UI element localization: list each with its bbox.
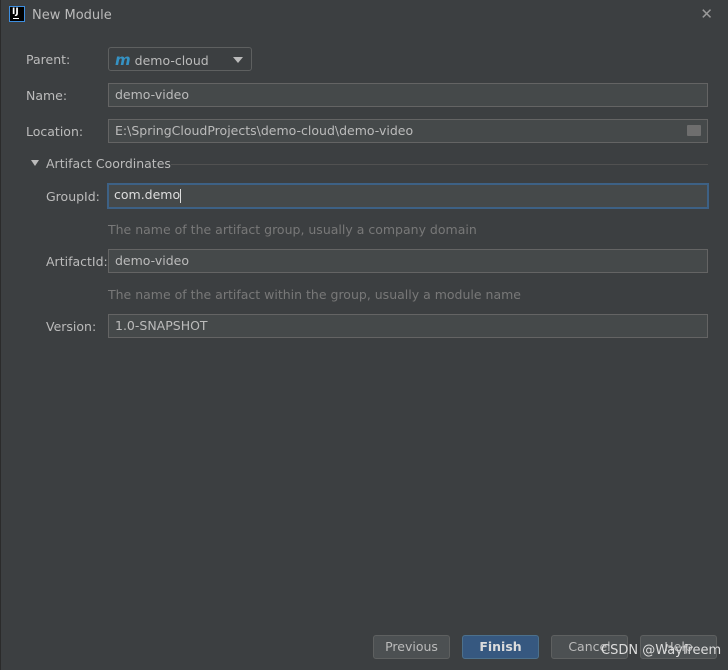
section-title: Artifact Coordinates	[46, 156, 171, 171]
window-title: New Module	[32, 8, 112, 23]
parent-label: Parent:	[26, 52, 71, 67]
parent-value: demo-cloud	[134, 53, 209, 68]
folder-icon[interactable]	[687, 125, 701, 136]
maven-module-icon: m	[115, 51, 131, 69]
location-label: Location:	[26, 124, 84, 139]
groupid-value: com.demo	[114, 187, 181, 202]
name-label: Name:	[26, 88, 68, 103]
finish-button[interactable]: Finish	[462, 635, 539, 659]
version-label: Version:	[46, 319, 97, 334]
artifactid-label: ArtifactId:	[46, 254, 108, 269]
location-input[interactable]: E:\SpringCloudProjects\demo-cloud\demo-v…	[108, 119, 708, 143]
collapse-triangle-icon[interactable]	[31, 160, 39, 166]
text-cursor	[180, 188, 182, 203]
parent-select[interactable]: m demo-cloud	[108, 47, 252, 71]
watermark: CSDN @Wayfreem	[601, 643, 722, 658]
groupid-input[interactable]: com.demo	[107, 183, 709, 209]
version-input[interactable]: 1.0-SNAPSHOT	[108, 314, 708, 338]
close-icon[interactable]: ✕	[700, 5, 713, 23]
groupid-label: GroupId:	[46, 189, 100, 204]
intellij-logo-icon: IJ	[9, 6, 25, 22]
name-input[interactable]: demo-video	[108, 83, 708, 107]
previous-button[interactable]: Previous	[373, 635, 450, 659]
location-value: E:\SpringCloudProjects\demo-cloud\demo-v…	[115, 123, 414, 138]
divider	[171, 164, 708, 165]
chevron-down-icon	[233, 57, 243, 63]
title-bar: IJ New Module ✕	[1, 0, 728, 32]
artifact-coordinates-section[interactable]: Artifact Coordinates	[31, 156, 708, 172]
groupid-hint: The name of the artifact group, usually …	[108, 222, 477, 237]
artifactid-input[interactable]: demo-video	[108, 249, 708, 273]
artifactid-hint: The name of the artifact within the grou…	[108, 287, 521, 302]
